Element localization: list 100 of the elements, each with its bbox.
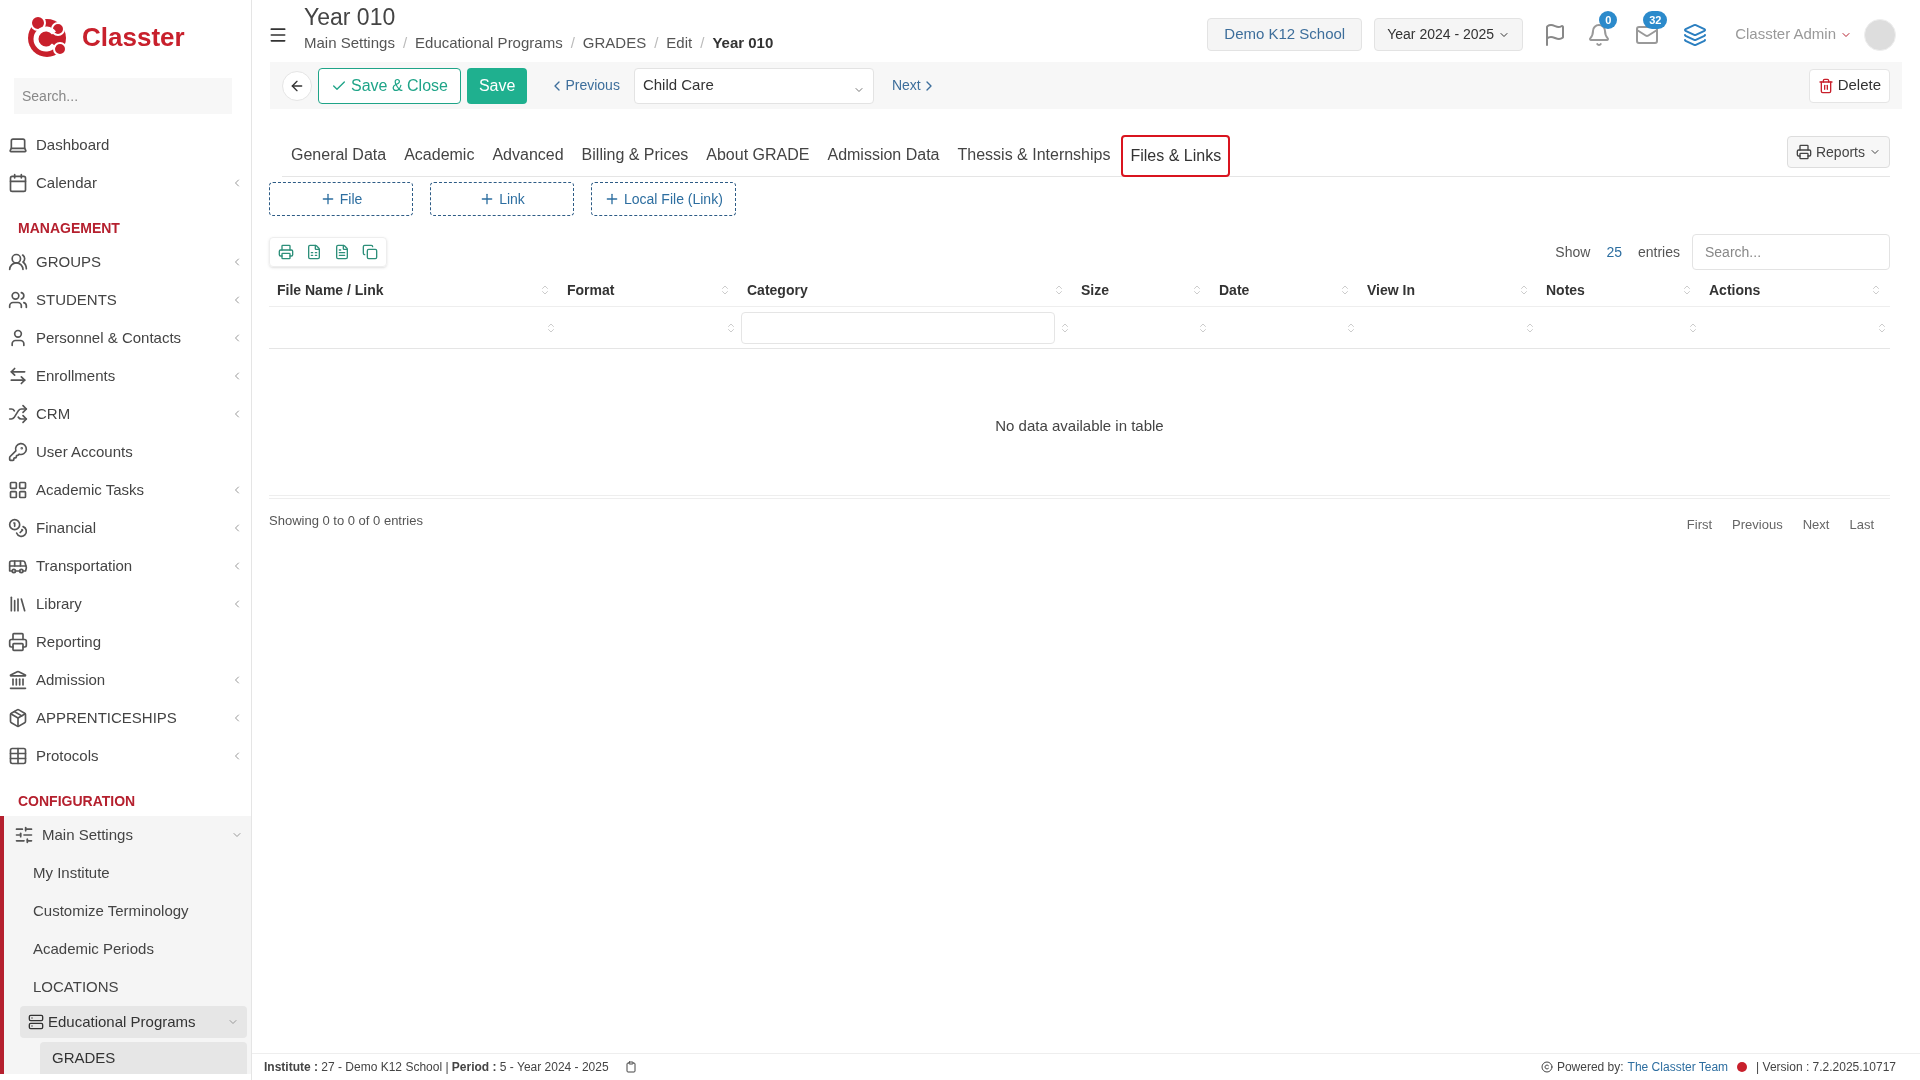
tab[interactable]: Academic [397,134,482,176]
plus-icon [604,191,620,207]
column-header[interactable]: Format [559,274,739,306]
sort-icon [1345,321,1357,334]
sort-icon [1681,284,1693,296]
group-icon [8,252,28,272]
sidebar-item[interactable]: Personnel & Contacts [0,319,251,357]
sidebar-label: Educational Programs [48,1011,197,1032]
search-field[interactable]: Search... [14,78,232,114]
sidebar-subitem[interactable]: My Institute [4,854,251,892]
sidebar-item[interactable]: Protocols [0,737,251,775]
add-button[interactable]: Local File (Link) [591,182,736,216]
sidebar-item[interactable]: User Accounts [0,433,251,471]
notification-badge: 0 [1599,10,1618,29]
layers-icon[interactable] [1683,22,1708,47]
tab[interactable]: About GRADE [699,134,817,176]
sidebar-item[interactable]: Calendar [0,164,251,202]
sidebar-item[interactable]: Financial [0,509,251,547]
version-label: | Version : 7.2.2025.10717 [1756,1059,1896,1076]
menu-icon[interactable] [268,25,288,45]
clipboard-icon[interactable] [624,1061,637,1073]
table-search-field[interactable]: Search... [1692,234,1890,270]
table-info: Showing 0 to 0 of 0 entries [269,512,423,530]
reports-button[interactable]: Reports [1786,136,1890,168]
sort-icon [539,284,551,296]
sort-icon [719,284,731,296]
sidebar-item[interactable]: CRM [0,395,251,433]
column-header[interactable]: View In [1359,274,1538,306]
sidebar-item[interactable]: Admission [0,661,251,699]
breadcrumb-link[interactable]: Edit [666,32,693,55]
coins-icon [8,518,28,538]
column-header[interactable]: Date [1211,274,1359,306]
sort-icon [1870,284,1882,296]
sidebar-label: Personnel & Contacts [36,327,183,348]
sidebar-item[interactable]: Enrollments [0,357,251,395]
bank-icon [8,670,28,690]
section-heading: CONFIGURATION [17,792,137,811]
sidebar-label: Transportation [36,555,134,576]
delete-button[interactable]: Delete [1808,68,1890,103]
column-header[interactable]: Size [1073,274,1211,306]
tab[interactable]: Files & Links [1121,135,1231,177]
sidebar-item[interactable]: Transportation [0,547,251,585]
team-link[interactable]: The Classter Team [1627,1058,1729,1076]
year-dropdown[interactable]: Year 2024 - 2025 [1374,18,1524,51]
show-label: Show [1555,242,1591,262]
copy-icon[interactable] [362,244,378,260]
sidebar-label: GROUPS [36,251,102,272]
pager-link[interactable]: Last [1849,515,1874,535]
sidebar-label: STUDENTS [36,289,118,310]
sidebar-item[interactable]: Library [0,585,251,623]
filter-field[interactable] [741,311,1055,344]
column-header[interactable]: Notes [1538,274,1701,306]
key-icon [8,442,28,462]
sidebar-item[interactable]: APPRENTICESHIPS [0,699,251,737]
table-icon [8,746,28,766]
sidebar-label: Enrollments [36,365,117,386]
sidebar-item[interactable]: Academic Tasks [0,471,251,509]
previous-link[interactable]: Previous [549,75,620,96]
add-button[interactable]: Link [430,182,574,216]
sidebar-subitem[interactable]: GRADES [40,1042,247,1074]
sidebar-subitem[interactable]: Customize Terminology [4,892,251,930]
sidebar-item[interactable]: Dashboard [0,126,251,164]
bell-icon[interactable] [1587,22,1612,47]
sidebar-subitem[interactable]: LOCATIONS [4,968,251,1006]
column-header[interactable]: File Name / Link [269,274,559,306]
brand-name: Classter [82,20,185,54]
breadcrumb-link[interactable]: Main Settings [304,32,395,55]
column-header[interactable]: Category [739,274,1073,306]
sidebar-item[interactable]: STUDENTS [0,281,251,319]
csv-icon[interactable] [334,244,350,260]
sidebar-label: CRM [36,403,72,424]
tab[interactable]: General Data [284,134,394,176]
sidebar-item[interactable]: GROUPS [0,243,251,281]
sidebar-subitem[interactable]: Academic Periods [4,930,251,968]
breadcrumb-link[interactable]: GRADES [582,32,647,55]
trash-icon [1817,77,1834,94]
pager-link[interactable]: First [1686,515,1713,535]
sort-icon [1197,321,1209,334]
next-link[interactable]: Next [891,75,937,96]
tab[interactable]: Advanced [485,134,571,176]
pager-link[interactable]: Next [1802,515,1830,535]
sidebar-item[interactable]: Reporting [0,623,251,661]
tab[interactable]: Thessis & Internships [950,134,1118,176]
tab[interactable]: Billing & Prices [574,134,696,176]
page-size-select[interactable]: 25 [1606,241,1622,263]
pager-link[interactable]: Previous [1732,515,1783,535]
back-button[interactable] [282,70,312,101]
sidebar-subitem[interactable]: Educational Programs [20,1006,247,1038]
add-button[interactable]: File [269,182,413,216]
record-dropdown[interactable]: Child Care [633,67,874,104]
print-icon[interactable] [278,244,294,260]
tab[interactable]: Admission Data [820,134,947,176]
school-button[interactable]: Demo K12 School [1207,18,1363,51]
sort-icon [1876,321,1888,334]
printer-icon [1795,144,1812,160]
message-badge: 32 [1643,10,1668,29]
column-header[interactable]: Actions [1701,274,1890,306]
sidebar-item[interactable]: Main Settings [4,816,251,854]
breadcrumb-link[interactable]: Educational Programs [415,32,563,55]
excel-icon[interactable] [306,244,322,260]
